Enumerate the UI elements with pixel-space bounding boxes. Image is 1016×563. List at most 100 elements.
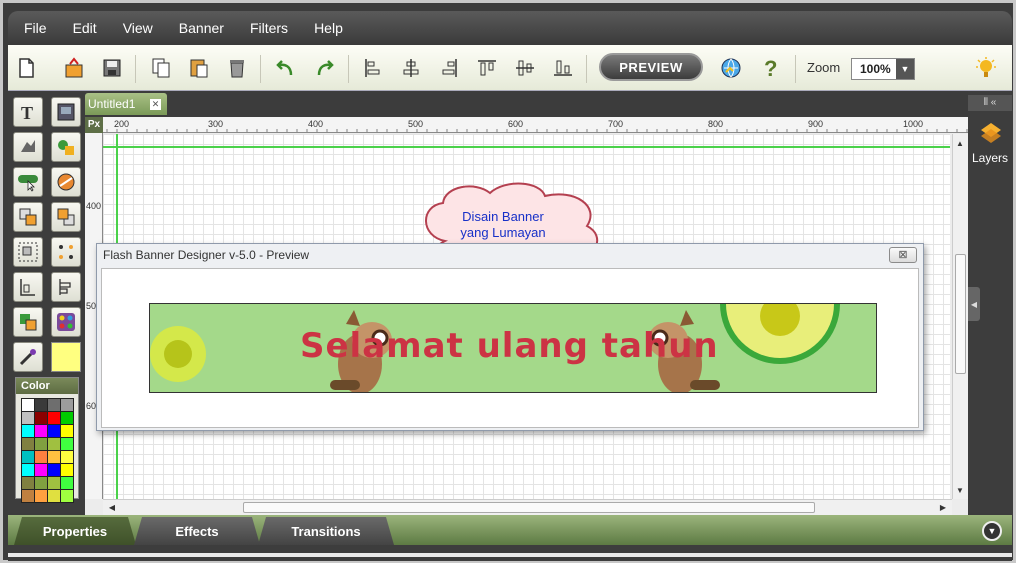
color-swatch[interactable] <box>22 412 34 424</box>
delete-icon[interactable] <box>224 55 250 81</box>
color-swatch[interactable] <box>48 412 60 424</box>
color-swatch[interactable] <box>61 412 73 424</box>
open-icon[interactable] <box>61 55 87 81</box>
menu-file[interactable]: File <box>24 20 47 36</box>
align-left-icon[interactable] <box>360 55 386 81</box>
selected-color-swatch[interactable] <box>51 342 81 372</box>
color-swatch[interactable] <box>61 477 73 489</box>
shape-tool-icon[interactable] <box>51 132 81 162</box>
zoom-select[interactable]: 100% ▼ <box>851 58 915 80</box>
text-tool-icon[interactable]: T <box>13 97 43 127</box>
callout-line: Disain Banner <box>462 209 544 224</box>
ruler-unit[interactable]: Px <box>85 117 103 133</box>
color-swatch[interactable] <box>22 399 34 411</box>
zoom-value: 100% <box>860 62 891 76</box>
preview-button[interactable]: PREVIEW <box>599 53 703 81</box>
color-swatch[interactable] <box>61 425 73 437</box>
chevron-left-icon[interactable]: ◀ <box>968 287 980 321</box>
button-tool-icon[interactable] <box>13 167 43 197</box>
clipart-tool-icon[interactable] <box>13 132 43 162</box>
color-swatch[interactable] <box>48 399 60 411</box>
align-bottom-icon[interactable] <box>550 55 576 81</box>
collapse-panel-icon[interactable]: ⫴ « <box>968 95 1012 111</box>
color-swatch[interactable] <box>22 438 34 450</box>
chevron-down-icon[interactable]: ▼ <box>982 521 1002 541</box>
help-icon[interactable]: ? <box>757 55 783 81</box>
color-swatch[interactable] <box>22 425 34 437</box>
color-swatch[interactable] <box>22 490 34 502</box>
tab-effects[interactable]: Effects <box>134 517 260 545</box>
align-objects-icon[interactable] <box>13 272 43 302</box>
color-swatch[interactable] <box>48 438 60 450</box>
color-swatch[interactable] <box>35 399 47 411</box>
ruler-label: 200 <box>114 119 130 129</box>
gradient-tool-icon[interactable] <box>51 167 81 197</box>
color-swatch[interactable] <box>22 464 34 476</box>
send-backward-icon[interactable] <box>13 202 43 232</box>
color-swatch[interactable] <box>61 399 73 411</box>
color-swatch[interactable] <box>35 490 47 502</box>
tab-transitions[interactable]: Transitions <box>258 517 394 545</box>
copy-icon[interactable] <box>148 55 174 81</box>
color-swatch[interactable] <box>48 464 60 476</box>
color-swatch[interactable] <box>61 490 73 502</box>
color-swatch[interactable] <box>61 464 73 476</box>
menu-filters[interactable]: Filters <box>250 20 288 36</box>
color-swatch[interactable] <box>35 412 47 424</box>
new-document-icon[interactable] <box>13 55 39 81</box>
save-icon[interactable] <box>99 55 125 81</box>
close-icon[interactable]: ✕ <box>150 99 161 110</box>
menu-edit[interactable]: Edit <box>73 20 97 36</box>
close-icon[interactable]: ⊠ <box>889 247 917 263</box>
app-window: File Edit View Banner Filters Help PREVI… <box>0 0 1016 563</box>
scroll-right-icon[interactable]: ▶ <box>936 500 950 514</box>
color-swatch[interactable] <box>35 438 47 450</box>
align-middle-icon[interactable] <box>512 55 538 81</box>
tab-untitled1[interactable]: Untitled1 ✕ <box>85 93 167 115</box>
web-icon[interactable] <box>718 55 744 81</box>
scroll-thumb[interactable] <box>243 502 815 513</box>
group-icon[interactable] <box>13 237 43 267</box>
distribute-icon[interactable] <box>51 272 81 302</box>
eyedropper-icon[interactable] <box>13 342 43 372</box>
color-swatch[interactable] <box>35 464 47 476</box>
menu-banner[interactable]: Banner <box>179 20 224 36</box>
layers-label[interactable]: Layers <box>970 151 1010 165</box>
horizontal-scrollbar[interactable]: ◀ ▶ <box>103 499 952 515</box>
menu-help[interactable]: Help <box>314 20 343 36</box>
color-swatch[interactable] <box>48 451 60 463</box>
color-swatch[interactable] <box>48 477 60 489</box>
palette-icon[interactable] <box>51 307 81 337</box>
paste-icon[interactable] <box>186 55 212 81</box>
color-swatch[interactable] <box>35 451 47 463</box>
fill-color-icon[interactable] <box>13 307 43 337</box>
color-swatch[interactable] <box>61 438 73 450</box>
scroll-left-icon[interactable]: ◀ <box>105 500 119 514</box>
tool-panel: T Color <box>8 91 86 513</box>
layers-icon[interactable] <box>980 121 1002 145</box>
ungroup-icon[interactable] <box>51 237 81 267</box>
tab-properties[interactable]: Properties <box>14 517 136 545</box>
undo-icon[interactable] <box>272 55 298 81</box>
align-top-icon[interactable] <box>474 55 500 81</box>
bring-forward-icon[interactable] <box>51 202 81 232</box>
menu-view[interactable]: View <box>123 20 153 36</box>
chevron-down-icon[interactable]: ▼ <box>896 59 914 79</box>
scroll-down-icon[interactable]: ▼ <box>953 483 967 497</box>
tip-icon[interactable] <box>973 55 999 81</box>
color-swatch[interactable] <box>48 425 60 437</box>
color-swatch[interactable] <box>22 451 34 463</box>
image-tool-icon[interactable] <box>51 97 81 127</box>
color-swatch[interactable] <box>22 477 34 489</box>
vertical-scrollbar[interactable]: ▲ ▼ <box>952 134 968 499</box>
color-swatch[interactable] <box>48 490 60 502</box>
align-center-icon[interactable] <box>398 55 424 81</box>
color-swatch[interactable] <box>61 451 73 463</box>
align-right-icon[interactable] <box>436 55 462 81</box>
scroll-up-icon[interactable]: ▲ <box>953 136 967 150</box>
redo-icon[interactable] <box>312 55 338 81</box>
color-swatch[interactable] <box>35 477 47 489</box>
color-swatch[interactable] <box>35 425 47 437</box>
guide-line[interactable] <box>103 146 950 148</box>
scroll-thumb[interactable] <box>955 254 966 374</box>
